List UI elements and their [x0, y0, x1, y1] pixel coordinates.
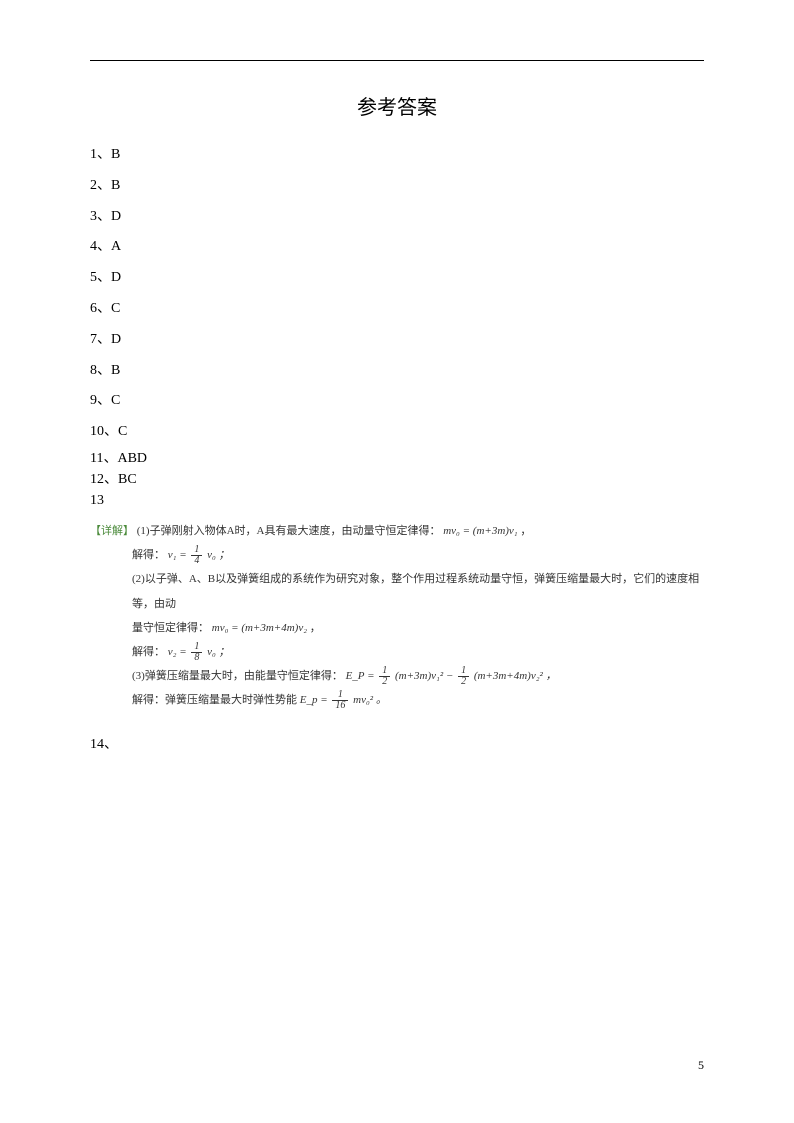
- page-number: 5: [698, 1058, 704, 1073]
- detail-label: 【详解】: [90, 525, 134, 537]
- detail-explanation: 【详解】 (1)子弹刚射入物体A时，A具有最大速度，由动量守恒定律得： mv₀ …: [90, 519, 704, 713]
- answer-10: 10、C: [90, 417, 704, 448]
- answer-12: 12、BC: [90, 469, 704, 490]
- detail-solve1: 解得： v₁ = 14 v₀ ；: [90, 543, 704, 567]
- answer-6: 6、C: [90, 294, 704, 325]
- detail-part2-cont: 量守恒定律得： mv₀ = (m+3m+4m)v₂ ，: [90, 616, 704, 640]
- detail-part3: (3)弹簧压缩量最大时，由能量守恒定律得： E_P = 12 (m+3m)v₁²…: [90, 664, 704, 688]
- answer-13: 13: [90, 490, 704, 511]
- top-divider: [90, 60, 704, 61]
- answer-8: 8、B: [90, 356, 704, 387]
- answer-7: 7、D: [90, 325, 704, 356]
- detail-part2: (2)以子弹、A、B以及弹簧组成的系统作为研究对象，整个作用过程系统动量守恒，弹…: [90, 567, 704, 615]
- answer-9: 9、C: [90, 386, 704, 417]
- detail-solve2: 解得： v₂ = 18 v₀ ；: [90, 640, 704, 664]
- answer-1: 1、B: [90, 140, 704, 171]
- answer-4: 4、A: [90, 232, 704, 263]
- detail-solve3: 解得：弹簧压缩量最大时弹性势能 E_p = 116 mv₀² 。: [90, 688, 704, 712]
- page-title: 参考答案: [90, 91, 704, 120]
- detail-formula1: mv₀ = (m+3m)v₁: [443, 525, 517, 537]
- answer-11: 11、ABD: [90, 448, 704, 469]
- answer-5: 5、D: [90, 263, 704, 294]
- answer-14: 14、: [90, 730, 704, 761]
- answer-3: 3、D: [90, 202, 704, 233]
- answer-2: 2、B: [90, 171, 704, 202]
- detail-part1: (1)子弹刚射入物体A时，A具有最大速度，由动量守恒定律得：: [137, 525, 441, 537]
